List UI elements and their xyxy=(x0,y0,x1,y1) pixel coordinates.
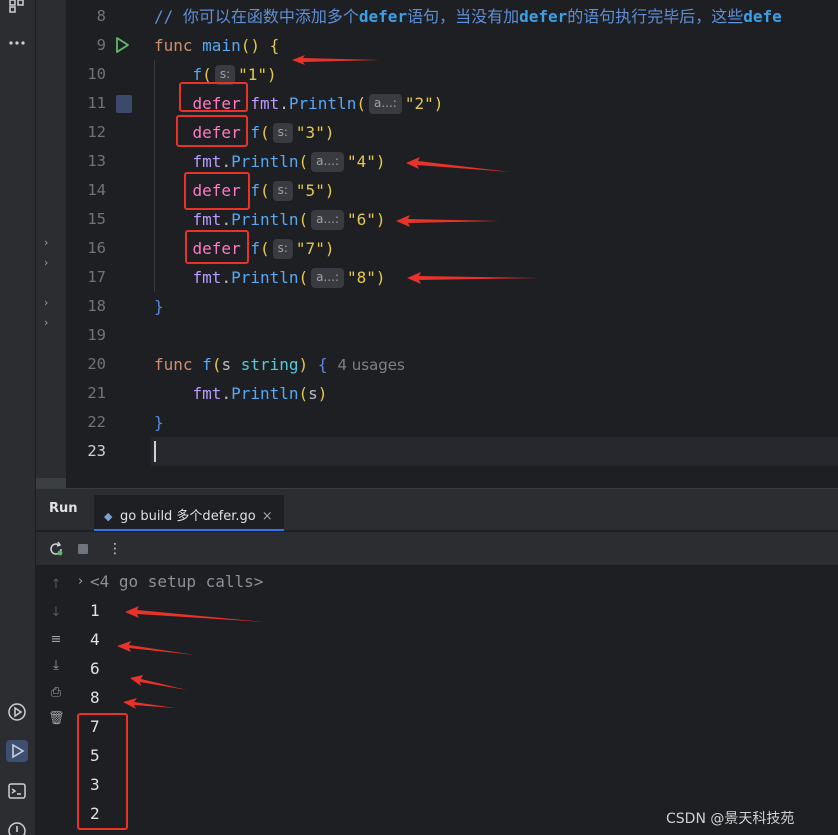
annotation-box xyxy=(184,172,250,210)
run-icon[interactable] xyxy=(6,740,28,762)
param-hint: s: xyxy=(272,123,293,143)
console-output[interactable]: › <4 go setup calls> 1 4 6 8 7 5 3 2 xyxy=(78,567,838,835)
trash-icon[interactable]: 🗑 xyxy=(48,711,65,727)
run-config-tab[interactable]: ◆ go build 多个defer.go × xyxy=(94,495,284,531)
code-editor[interactable]: 8 9 10 11 12 13 14 15 16 17 18 19 20 21 … xyxy=(66,0,838,488)
soft-wrap-icon[interactable]: ≡ xyxy=(48,632,64,648)
param-hint: s: xyxy=(272,239,293,259)
code-line-17: fmt.Println(a...: "8") xyxy=(192,268,386,288)
terminal-icon[interactable] xyxy=(6,780,28,802)
run-panel-title: Run xyxy=(49,501,78,516)
close-icon[interactable]: × xyxy=(262,509,273,524)
services-icon[interactable] xyxy=(6,701,28,723)
line-number: 22 xyxy=(87,413,106,431)
print-icon[interactable]: ⎙ xyxy=(48,685,64,701)
tree-expand-icon[interactable]: › xyxy=(44,256,48,269)
run-toolbar: ⋮ xyxy=(36,532,838,566)
project-tree-strip: › › › › xyxy=(36,0,66,488)
console-side-tools: ↑ ↓ ≡ ⤓ ⎙ 🗑 xyxy=(36,567,74,835)
line-number: 13 xyxy=(87,152,106,170)
editor-gutter[interactable]: 8 9 10 11 12 13 14 15 16 17 18 19 20 21 … xyxy=(66,0,151,488)
line-number: 23 xyxy=(87,442,106,460)
setup-calls-line[interactable]: <4 go setup calls> xyxy=(90,567,263,596)
line-number: 21 xyxy=(87,384,106,402)
tree-expand-icon[interactable]: › xyxy=(44,316,48,329)
scroll-to-end-icon[interactable]: ⤓ xyxy=(48,658,64,674)
annotation-box xyxy=(179,82,248,112)
code-line-9: func main() { xyxy=(154,36,280,55)
scroll-up-icon[interactable]: ↑ xyxy=(48,577,64,593)
param-hint: a...: xyxy=(368,94,402,114)
code-line-20: func f(s string) {4 usages xyxy=(154,355,405,374)
text-caret xyxy=(154,441,156,462)
line-number: 20 xyxy=(87,355,106,373)
line-number: 12 xyxy=(87,123,106,141)
structure-icon[interactable] xyxy=(6,0,28,18)
param-hint: a...: xyxy=(311,268,344,288)
current-line-highlight xyxy=(66,437,838,466)
usages-hint[interactable]: 4 usages xyxy=(337,356,404,374)
line-number: 11 xyxy=(87,94,106,112)
output-line: 1 xyxy=(90,601,100,620)
run-panel: Run ◆ go build 多个defer.go × ⋮ ↑ ↓ ≡ ⤓ ⎙ 🗑 … xyxy=(36,488,838,835)
code-line-8: // 你可以在函数中添加多个defer语句，当没有加defer的语句执行完毕后，… xyxy=(154,7,782,26)
activity-bar xyxy=(0,0,36,835)
scroll-down-icon[interactable]: ↓ xyxy=(48,605,64,621)
annotation-box xyxy=(77,713,128,830)
output-line: 6 xyxy=(90,659,100,678)
line-number: 17 xyxy=(87,268,106,286)
watermark: CSDN @景天科技苑 xyxy=(666,811,795,827)
output-line: 8 xyxy=(90,688,100,707)
run-panel-header: Run ◆ go build 多个defer.go × xyxy=(36,489,838,531)
param-hint: s: xyxy=(272,181,293,201)
line-number: 18 xyxy=(87,297,106,315)
line-number: 19 xyxy=(87,326,106,344)
line-number: 14 xyxy=(87,181,106,199)
problems-icon[interactable] xyxy=(6,820,28,835)
go-file-icon: ◆ xyxy=(104,510,113,523)
run-gutter-icon[interactable] xyxy=(113,36,131,54)
line-number: 8 xyxy=(96,7,106,25)
line-number: 10 xyxy=(87,65,106,83)
output-line: 4 xyxy=(90,630,100,649)
more-icon[interactable] xyxy=(6,32,28,54)
code-line-21: fmt.Println(s) xyxy=(192,384,328,403)
stop-icon[interactable] xyxy=(75,541,91,557)
tree-scrollbar[interactable] xyxy=(36,478,66,488)
line-number: 16 xyxy=(87,239,106,257)
bookmark-marker[interactable] xyxy=(116,95,132,113)
more-options-icon[interactable]: ⋮ xyxy=(107,541,123,557)
annotation-box xyxy=(185,230,249,264)
tree-expand-icon[interactable]: › xyxy=(44,296,48,309)
line-number: 9 xyxy=(96,36,106,54)
param-hint: a...: xyxy=(311,210,344,230)
expand-icon[interactable]: › xyxy=(78,574,83,589)
line-number: 15 xyxy=(87,210,106,228)
rerun-icon[interactable] xyxy=(48,541,64,557)
code-line-18: } xyxy=(154,297,164,316)
param-hint: a...: xyxy=(311,152,344,172)
run-tab-label: go build 多个defer.go xyxy=(120,509,256,524)
annotation-box xyxy=(176,115,248,147)
code-line-22: } xyxy=(154,413,164,432)
tree-expand-icon[interactable]: › xyxy=(44,236,48,249)
